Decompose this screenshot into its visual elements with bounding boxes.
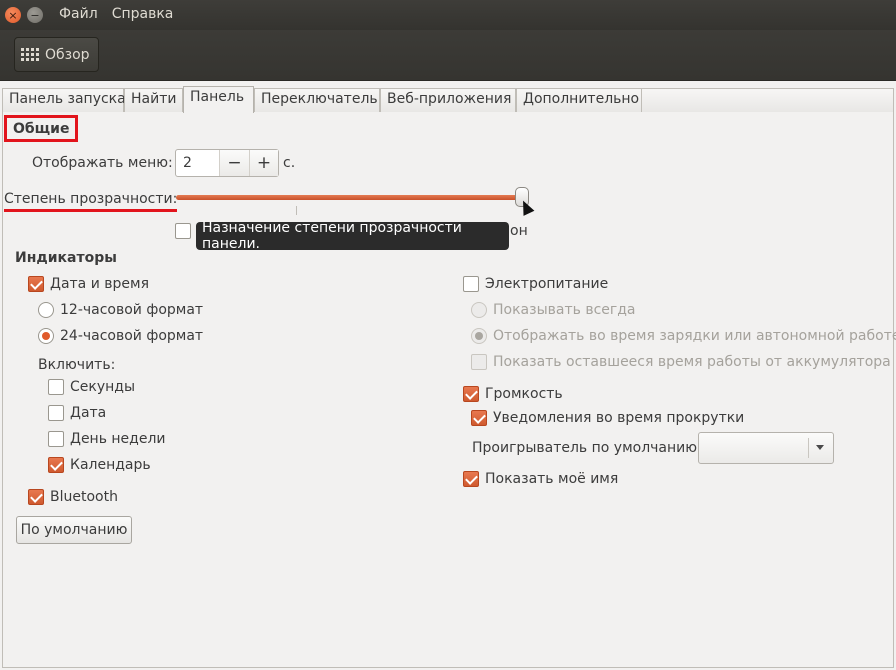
format-12-label: 12-часовой формат	[60, 302, 204, 318]
transparency-label: Степень прозрачности:	[4, 191, 178, 212]
seconds-label: Секунды	[70, 379, 136, 395]
tab-search[interactable]: Найти	[124, 88, 183, 112]
power-remaining-label: Показать оставшееся время работы от акку…	[493, 354, 891, 370]
show-menu-unit: с.	[283, 155, 296, 171]
spin-minus-button[interactable]: −	[220, 150, 249, 176]
show-name-checkbox[interactable]	[463, 471, 479, 487]
sound-checkbox[interactable]	[463, 386, 479, 402]
include-label: Включить:	[38, 357, 116, 373]
date-label: Дата	[70, 405, 107, 421]
show-name-label: Показать моё имя	[485, 471, 619, 487]
tooltip: Назначение степени прозрачности панели.	[196, 220, 509, 252]
chevron-down-icon	[816, 445, 824, 450]
power-show-always-label: Показывать всегда	[493, 302, 636, 318]
tab-panel[interactable]: Панель	[183, 86, 254, 113]
format-24-label: 24-часовой формат	[60, 328, 204, 344]
format-12-radio[interactable]	[38, 302, 54, 318]
tab-switcher[interactable]: Переключатель	[254, 88, 380, 112]
show-menu-spin: 2 − +	[175, 149, 279, 177]
default-player-label: Проигрыватель по умолчанию:	[472, 440, 702, 456]
section-general-title: Общие	[4, 115, 79, 142]
scroll-notify-label: Уведомления во время прокрутки	[493, 410, 745, 426]
default-player-combo[interactable]	[698, 432, 834, 464]
date-checkbox[interactable]	[48, 405, 64, 421]
bluetooth-label: Bluetooth	[50, 489, 118, 505]
power-show-charging-radio[interactable]	[471, 328, 487, 344]
power-show-always-radio[interactable]	[471, 302, 487, 318]
grid-icon	[21, 48, 39, 61]
menu-bar: Файл Справка	[59, 6, 173, 22]
calendar-checkbox[interactable]	[48, 457, 64, 473]
tab-strip: Панель запуска Найти Панель Переключател…	[2, 86, 894, 113]
title-bar: × − Файл Справка	[0, 0, 896, 30]
show-menu-value[interactable]: 2	[176, 150, 220, 176]
show-menu-label: Отображать меню:	[32, 155, 173, 171]
power-remaining-checkbox[interactable]	[471, 354, 487, 370]
hidden-option-checkbox[interactable]	[175, 223, 191, 239]
weekday-label: День недели	[70, 431, 166, 447]
tab-additional[interactable]: Дополнительно	[516, 88, 642, 112]
indicators-title: Индикаторы	[15, 250, 117, 266]
power-show-charging-label: Отображать во время зарядки или автономн…	[493, 328, 896, 344]
bluetooth-checkbox[interactable]	[28, 489, 44, 505]
seconds-checkbox[interactable]	[48, 379, 64, 395]
hidden-option-label-tail: он	[510, 223, 528, 239]
transparency-slider[interactable]	[176, 195, 522, 200]
close-icon[interactable]: ×	[5, 7, 21, 23]
power-label: Электропитание	[485, 276, 609, 292]
weekday-checkbox[interactable]	[48, 431, 64, 447]
spin-plus-button[interactable]: +	[249, 150, 278, 176]
menu-file[interactable]: Файл	[59, 6, 98, 22]
power-checkbox[interactable]	[463, 276, 479, 292]
datetime-label: Дата и время	[50, 276, 149, 292]
menu-help[interactable]: Справка	[112, 6, 174, 22]
tab-web-apps[interactable]: Веб-приложения	[380, 88, 516, 112]
datetime-checkbox[interactable]	[28, 276, 44, 292]
minimize-icon[interactable]: −	[27, 7, 43, 23]
reset-default-button[interactable]: По умолчанию	[16, 516, 132, 544]
overview-button[interactable]: Обзор	[14, 37, 99, 72]
overview-label: Обзор	[45, 46, 90, 63]
scroll-notify-checkbox[interactable]	[471, 410, 487, 426]
toolbar: Обзор	[0, 30, 896, 81]
format-24-radio[interactable]	[38, 328, 54, 344]
calendar-label: Календарь	[70, 457, 151, 473]
tab-launcher[interactable]: Панель запуска	[2, 88, 126, 112]
sound-label: Громкость	[485, 386, 563, 402]
